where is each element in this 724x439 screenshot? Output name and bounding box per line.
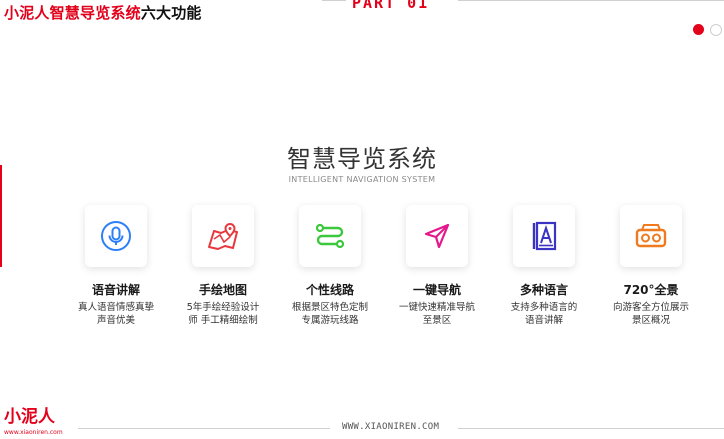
language-book-icon bbox=[532, 221, 557, 251]
feature-description: 真人语音情感真挚 声音优美 bbox=[66, 301, 166, 327]
feature-description-line: 真人语音情感真挚 bbox=[77, 302, 154, 313]
feature-title: 720°全景 bbox=[623, 283, 679, 297]
feature-description-line: 专属游玩线路 bbox=[301, 315, 359, 326]
feature-icon-box bbox=[513, 205, 575, 267]
feature-description: 向游客全方位展示 景区概况 bbox=[601, 301, 701, 327]
feature-description-line: 语音讲解 bbox=[524, 315, 563, 326]
feature-description: 一键快速精准导航 至景区 bbox=[387, 301, 487, 327]
feature-description: 5年手绘经验设计 师 手工精细绘制 bbox=[173, 301, 273, 327]
feature-custom-route: 个性线路 根据景区特色定制 专属游玩线路 bbox=[280, 205, 380, 327]
feature-icon-box bbox=[192, 205, 254, 267]
feature-description-line: 景区概况 bbox=[631, 315, 670, 326]
feature-title: 一键导航 bbox=[412, 283, 461, 297]
feature-description: 支持多种语言的 语音讲解 bbox=[494, 301, 594, 327]
section-title: 智慧导览系统 bbox=[287, 145, 437, 173]
feature-icon-box bbox=[85, 205, 147, 267]
slide-dot[interactable] bbox=[710, 24, 722, 36]
footer-website-link[interactable]: WWW.XIAONIREN.COM bbox=[342, 422, 439, 432]
microphone-icon bbox=[101, 221, 131, 251]
route-icon bbox=[315, 223, 345, 249]
feature-multi-language: 多种语言 支持多种语言的 语音讲解 bbox=[494, 205, 594, 327]
slide-indicator bbox=[684, 22, 724, 38]
feature-voice-guide: 语音讲解 真人语音情感真挚 声音优美 bbox=[66, 205, 166, 327]
divider bbox=[458, 0, 724, 1]
feature-hand-drawn-map: 手绘地图 5年手绘经验设计 师 手工精细绘制 bbox=[173, 205, 273, 327]
section-subtitle: INTELLIGENT NAVIGATION SYSTEM bbox=[288, 175, 436, 184]
divider bbox=[458, 428, 724, 429]
feature-description-line: 5年手绘经验设计 bbox=[186, 302, 260, 313]
page-heading-topic: 六大功能 bbox=[140, 4, 202, 22]
feature-description-line: 一键快速精准导航 bbox=[398, 302, 475, 313]
map-icon bbox=[208, 222, 238, 250]
feature-description-line: 至景区 bbox=[422, 315, 452, 326]
feature-icon-box bbox=[620, 205, 682, 267]
feature-description-line: 根据景区特色定制 bbox=[291, 302, 368, 313]
feature-title: 手绘地图 bbox=[198, 283, 247, 297]
feature-description-line: 向游客全方位展示 bbox=[612, 302, 689, 313]
vr-glasses-icon bbox=[635, 224, 667, 248]
divider bbox=[78, 428, 330, 429]
navigation-icon bbox=[424, 223, 450, 249]
feature-description-line: 师 手工精细绘制 bbox=[188, 315, 258, 326]
feature-description-line: 声音优美 bbox=[96, 315, 135, 326]
feature-description-line: 支持多种语言的 bbox=[510, 302, 578, 313]
feature-description: 根据景区特色定制 专属游玩线路 bbox=[280, 301, 380, 327]
feature-icon-box bbox=[406, 205, 468, 267]
page-heading-brand: 小泥人智慧导览系统 bbox=[4, 4, 141, 22]
feature-one-click-navigation: 一键导航 一键快速精准导航 至景区 bbox=[387, 205, 487, 327]
footer-logo-url: www.xiaoniren.com bbox=[4, 429, 63, 436]
feature-720-panorama: 720°全景 向游客全方位展示 景区概况 bbox=[601, 205, 701, 327]
feature-title: 语音讲解 bbox=[91, 283, 140, 297]
page-heading: 小泥人智慧导览系统六大功能 bbox=[4, 2, 202, 23]
footer-logo[interactable]: 小泥人 bbox=[4, 409, 55, 426]
part-label: PART 01 bbox=[352, 0, 430, 12]
divider bbox=[322, 0, 346, 1]
feature-title: 多种语言 bbox=[519, 283, 568, 297]
slide-dot-active[interactable] bbox=[693, 24, 704, 35]
feature-title: 个性线路 bbox=[305, 283, 354, 297]
feature-icon-box bbox=[299, 205, 361, 267]
